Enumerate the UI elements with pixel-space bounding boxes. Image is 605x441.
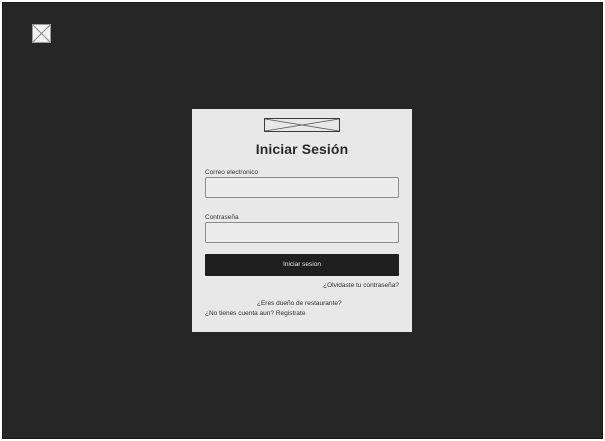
image-placeholder-icon — [32, 24, 51, 43]
password-field[interactable] — [205, 222, 399, 243]
restaurant-owner-link[interactable]: ¿Eres dueño de restaurante? — [257, 300, 342, 307]
register-link[interactable]: ¿No tienes cuenta aun? Registrate — [205, 310, 305, 317]
email-label: Correo electronico — [205, 169, 259, 176]
page-title: Iniciar Sesión — [255, 141, 349, 157]
email-field[interactable] — [205, 177, 399, 198]
password-label: Contraseña — [205, 214, 239, 221]
forgot-password-link[interactable]: ¿Olvidaste tu contraseña? — [323, 282, 399, 289]
login-card: Iniciar Sesión Correo electronico Contra… — [192, 109, 412, 332]
logo-placeholder-icon — [264, 118, 340, 132]
login-button[interactable]: Iniciar sesion — [205, 254, 399, 276]
